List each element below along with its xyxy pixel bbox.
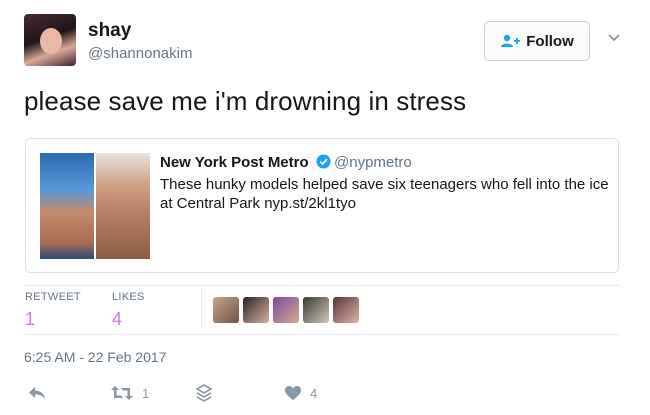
liker-avatar[interactable] bbox=[333, 297, 359, 323]
divider bbox=[201, 288, 202, 328]
liker-avatar[interactable] bbox=[213, 297, 239, 323]
retweet-button[interactable]: 1 bbox=[110, 383, 149, 403]
retweet-stat-label: RETWEET bbox=[25, 291, 81, 303]
like-count: 4 bbox=[310, 385, 318, 401]
add-user-icon bbox=[501, 34, 521, 47]
quoted-tweet-author: New York Post Metro bbox=[160, 154, 309, 171]
retweet-stat[interactable]: RETWEET 1 bbox=[25, 291, 81, 330]
liker-avatar[interactable] bbox=[303, 297, 329, 323]
verified-badge-icon bbox=[316, 154, 331, 169]
layers-icon bbox=[196, 384, 212, 402]
tweet-timestamp[interactable]: 6:25 AM - 22 Feb 2017 bbox=[24, 349, 166, 365]
likers-avatars bbox=[213, 297, 359, 323]
follow-button[interactable]: Follow bbox=[484, 21, 590, 61]
user-handle[interactable]: @shannonakim bbox=[88, 45, 192, 62]
likes-stat-count: 4 bbox=[112, 309, 123, 329]
retweet-stat-count: 1 bbox=[25, 309, 36, 329]
divider bbox=[24, 285, 620, 286]
user-display-name[interactable]: shay bbox=[88, 20, 131, 42]
divider bbox=[24, 334, 620, 335]
likes-stat[interactable]: LIKES 4 bbox=[112, 291, 145, 330]
likes-stat-label: LIKES bbox=[112, 291, 145, 303]
quoted-tweet-image bbox=[96, 153, 150, 259]
tweet-text: please save me i'm drowning in stress bbox=[24, 86, 467, 116]
quoted-tweet-image bbox=[40, 153, 94, 259]
retweet-count: 1 bbox=[142, 385, 150, 401]
retweet-icon bbox=[111, 386, 133, 400]
reply-icon bbox=[29, 387, 45, 399]
liker-avatar[interactable] bbox=[273, 297, 299, 323]
like-button[interactable]: 4 bbox=[284, 383, 317, 403]
user-avatar[interactable] bbox=[24, 14, 76, 66]
chevron-down-icon[interactable] bbox=[607, 30, 621, 44]
follow-button-label: Follow bbox=[526, 32, 574, 50]
liker-avatar[interactable] bbox=[243, 297, 269, 323]
reply-button[interactable] bbox=[28, 383, 46, 403]
quoted-tweet-text: These hunky models helped save six teena… bbox=[160, 176, 609, 212]
heart-icon bbox=[285, 386, 301, 400]
stack-button[interactable] bbox=[196, 383, 212, 403]
quoted-tweet-handle: @nypmetro bbox=[334, 154, 412, 171]
quoted-tweet-card[interactable]: New York Post Metro @nypmetro These hunk… bbox=[25, 138, 619, 273]
